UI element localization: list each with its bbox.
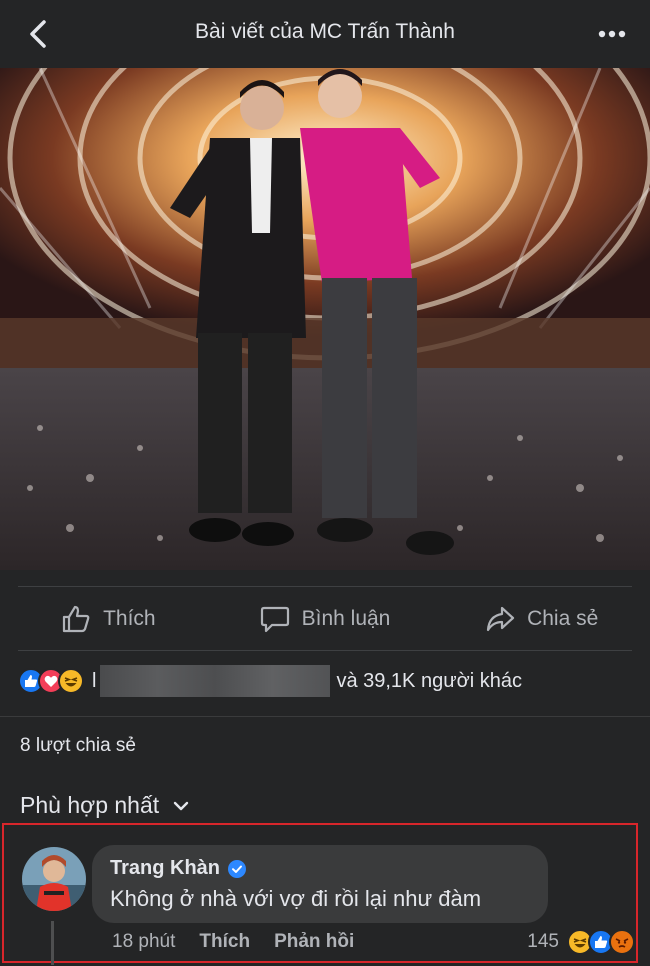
comment-author-name: Trang Khàn — [110, 857, 221, 879]
comment-button[interactable]: Bình luận — [217, 596, 434, 642]
comment-like-button[interactable]: Thích — [199, 931, 250, 953]
share-button[interactable]: Chia sẻ — [433, 596, 650, 642]
back-button[interactable] — [18, 14, 58, 54]
post-photo[interactable] — [0, 68, 650, 570]
comment-text: Không ở nhà với vợ đi rồi lại như đàm — [110, 886, 482, 911]
share-label: Chia sẻ — [527, 607, 599, 630]
reaction-icons — [18, 668, 84, 694]
like-label: Thích — [103, 607, 156, 630]
verified-badge-icon — [228, 859, 247, 878]
stage-photo-illustration — [0, 68, 650, 570]
sort-label: Phù hợp nhất — [20, 792, 160, 818]
comment-meta: 18 phút Thích Phản hồi — [112, 931, 354, 953]
page-title: Bài viết của MC Trấn Thành — [195, 20, 455, 43]
more-dots-icon — [598, 30, 626, 38]
comment-reaction-count: 145 — [527, 931, 559, 952]
comment-bubble-icon — [260, 606, 289, 633]
haha-reaction-icon — [58, 668, 84, 694]
angry-reaction-icon — [609, 929, 635, 955]
actions-divider — [18, 650, 632, 651]
like-button[interactable]: Thích — [0, 596, 217, 642]
comment-reactions[interactable]: 145 — [527, 929, 635, 955]
photo-divider — [18, 586, 632, 587]
chevron-down-icon — [173, 801, 189, 810]
section-divider — [0, 716, 650, 717]
comment-item: Trang Khàn Không ở nhà với vợ đi rồi lại… — [2, 823, 638, 965]
comment-label: Bình luận — [301, 607, 391, 630]
comment-bubble[interactable]: Trang Khàn Không ở nhà với vợ đi rồi lại… — [92, 845, 548, 923]
post-action-bar: Thích Bình luận Chia sẻ — [0, 596, 650, 642]
thumbs-up-icon — [62, 605, 90, 633]
blurred-names — [100, 665, 331, 697]
comment-time: 18 phút — [112, 931, 176, 952]
thread-line — [51, 921, 54, 965]
comment-sort-dropdown[interactable]: Phù hợp nhất — [20, 792, 189, 819]
reactions-summary[interactable]: l và 39,1K người khác — [18, 664, 522, 698]
share-count[interactable]: 8 lượt chia sẻ — [20, 735, 136, 757]
reaction-names-prefix: l — [92, 669, 97, 692]
comment-author[interactable]: Trang Khàn — [110, 857, 530, 880]
avatar[interactable] — [22, 847, 86, 911]
reaction-count-text: và 39,1K người khác — [336, 669, 522, 692]
chevron-left-icon — [30, 20, 46, 48]
comment-reply-button[interactable]: Phản hồi — [274, 931, 354, 953]
share-arrow-icon — [486, 606, 515, 632]
more-options-button[interactable] — [592, 14, 632, 54]
top-bar: Bài viết của MC Trấn Thành — [0, 0, 650, 68]
